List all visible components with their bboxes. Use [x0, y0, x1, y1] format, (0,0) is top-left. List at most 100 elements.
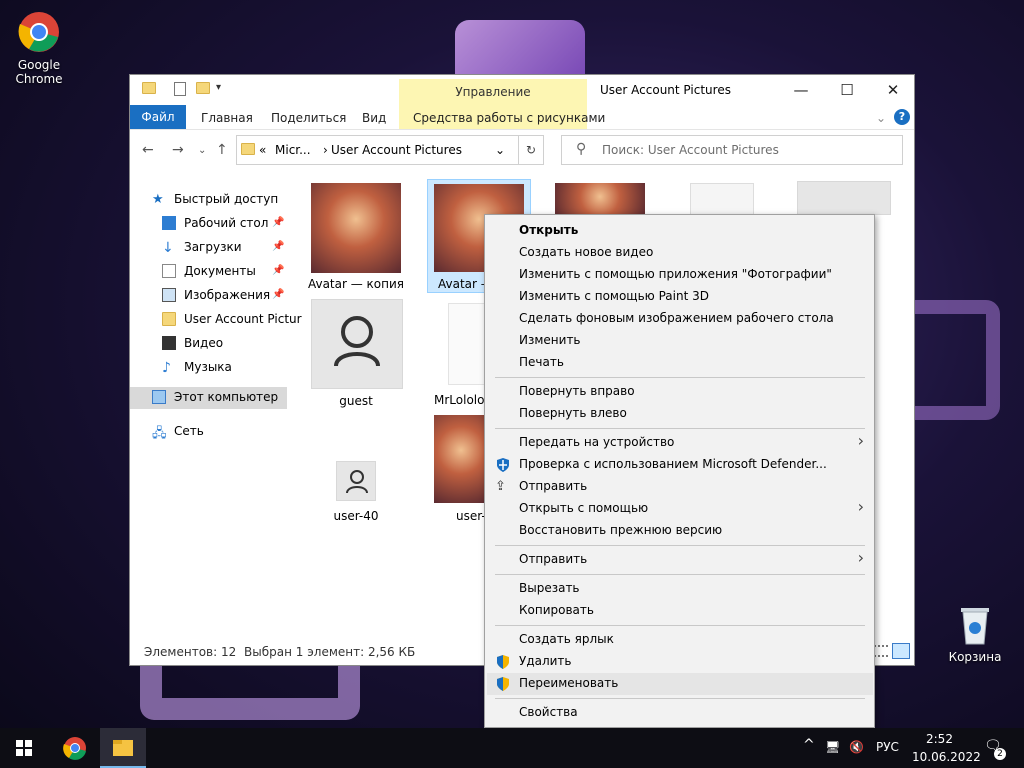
- new-folder-icon[interactable]: [196, 82, 210, 94]
- volume-muted-icon[interactable]: 🔇: [849, 740, 864, 754]
- file-tile[interactable]: user-40: [296, 461, 416, 525]
- menu-item-open[interactable]: Открыть: [519, 223, 578, 237]
- tab-share[interactable]: Поделиться: [271, 111, 346, 125]
- menu-item-cast-to-device[interactable]: Передать на устройство: [519, 435, 674, 449]
- menu-item-open-with[interactable]: Открыть с помощью: [519, 501, 648, 515]
- forward-arrow-icon[interactable]: →: [172, 142, 184, 158]
- chrome-icon: [63, 737, 86, 760]
- menu-item-create-shortcut[interactable]: Создать ярлык: [519, 632, 614, 646]
- file-tile[interactable]: Avatar — копия: [296, 181, 416, 295]
- menu-item-create-video[interactable]: Создать новое видео: [519, 245, 653, 259]
- window-title: User Account Pictures: [600, 83, 731, 97]
- pin-icon: 📌: [272, 265, 285, 276]
- refresh-button[interactable]: ↻: [518, 135, 544, 165]
- breadcrumb-current[interactable]: User Account Pictures: [331, 143, 462, 157]
- tab-view[interactable]: Вид: [362, 111, 386, 125]
- menu-item-delete[interactable]: Удалить: [519, 654, 572, 668]
- minimize-button[interactable]: —: [778, 75, 824, 105]
- tab-file[interactable]: Файл: [130, 105, 186, 129]
- details-view-icon[interactable]: [874, 645, 888, 657]
- desktop-icon-label: Chrome: [15, 72, 63, 86]
- music-icon: ♪: [162, 360, 171, 376]
- taskbar-chrome[interactable]: [52, 728, 98, 768]
- menu-item-defender-scan[interactable]: Проверка с использованием Microsoft Defe…: [519, 457, 827, 471]
- menu-item-send-to[interactable]: Отправить: [519, 552, 587, 566]
- submenu-arrow-icon: ›: [857, 431, 864, 450]
- person-icon: [334, 316, 380, 367]
- taskbar-file-explorer[interactable]: [100, 728, 146, 768]
- breadcrumb-part[interactable]: Micr...: [275, 143, 311, 157]
- file-explorer-icon: [113, 740, 133, 756]
- person-icon: [346, 470, 368, 494]
- network-icon: 🖧: [152, 426, 167, 441]
- menu-item-copy[interactable]: Копировать: [519, 603, 594, 617]
- share-icon: ⇪: [495, 479, 506, 494]
- nav-item-this-pc[interactable]: Этот компьютер: [130, 387, 287, 409]
- file-tile[interactable]: [690, 183, 760, 215]
- pin-icon: 📌: [272, 241, 285, 252]
- file-icon: [448, 303, 488, 385]
- recycle-bin-icon: [953, 602, 997, 646]
- menu-item-properties[interactable]: Свойства: [519, 705, 578, 719]
- context-menu: Открыть Создать новое видео Изменить с п…: [484, 214, 875, 728]
- menu-separator: [495, 574, 865, 575]
- desktop-icon-chrome[interactable]: Google Chrome: [4, 10, 74, 86]
- menu-item-rotate-left[interactable]: Повернуть влево: [519, 406, 627, 420]
- menu-item-rename[interactable]: Переименовать: [519, 676, 618, 690]
- file-tile[interactable]: [797, 181, 891, 215]
- menu-item-share[interactable]: Отправить: [519, 479, 587, 493]
- close-button[interactable]: ✕: [870, 75, 916, 105]
- image-thumbnail: [434, 415, 488, 503]
- network-icon[interactable]: 🖥: [825, 740, 840, 754]
- tab-home[interactable]: Главная: [201, 111, 253, 125]
- desktop-icon-label: Google: [17, 58, 61, 72]
- navigation-pane: ★ Быстрый доступ Рабочий стол 📌 ↓ Загруз…: [130, 185, 302, 635]
- properties-icon[interactable]: [174, 82, 186, 96]
- file-tile[interactable]: guest: [296, 299, 416, 411]
- help-icon[interactable]: ?: [894, 109, 910, 125]
- language-indicator[interactable]: РУС: [876, 740, 899, 754]
- file-icon: [690, 183, 754, 215]
- address-bar[interactable]: « Micr... › User Account Pictures ⌄: [236, 135, 544, 165]
- start-button[interactable]: [0, 728, 48, 768]
- up-arrow-icon[interactable]: ↑: [216, 142, 228, 158]
- menu-item-print[interactable]: Печать: [519, 355, 564, 369]
- address-dropdown-icon[interactable]: ⌄: [495, 143, 505, 157]
- menu-item-rotate-right[interactable]: Повернуть вправо: [519, 384, 635, 398]
- menu-item-restore-previous[interactable]: Восстановить прежнюю версию: [519, 523, 722, 537]
- search-input[interactable]: ⚲ Поиск: User Account Pictures: [561, 135, 903, 165]
- folder-icon: [142, 82, 156, 94]
- taskbar: ^ 🖥 🔇 РУС 2:52 10.06.2022 🗨 2: [0, 728, 1024, 768]
- menu-item-set-background[interactable]: Сделать фоновым изображением рабочего ст…: [519, 311, 834, 325]
- menu-separator: [495, 625, 865, 626]
- clock-time[interactable]: 2:52: [926, 732, 953, 746]
- menu-item-cut[interactable]: Вырезать: [519, 581, 580, 595]
- large-icons-view-icon[interactable]: [892, 643, 910, 659]
- back-arrow-icon[interactable]: ←: [142, 142, 154, 158]
- pictures-icon: [162, 288, 176, 302]
- menu-item-edit-photos[interactable]: Изменить с помощью приложения "Фотографи…: [519, 267, 832, 281]
- breadcrumb-separator: ›: [323, 143, 328, 157]
- chrome-icon: [17, 10, 61, 54]
- image-thumbnail: [555, 183, 645, 217]
- computer-icon: [152, 390, 166, 404]
- desktop-icon-label: Корзина: [948, 650, 1002, 664]
- show-hidden-icons-icon[interactable]: ^: [803, 737, 815, 753]
- user-placeholder-icon: [311, 299, 403, 389]
- tab-picture-tools[interactable]: Средства работы с рисунками: [413, 111, 605, 125]
- clock-date[interactable]: 10.06.2022: [912, 750, 981, 764]
- desktop-icon: [162, 216, 176, 230]
- file-tile[interactable]: user-: [430, 415, 490, 525]
- ribbon-expand-icon[interactable]: ⌄: [876, 111, 886, 125]
- menu-item-edit-paint3d[interactable]: Изменить с помощью Paint 3D: [519, 289, 709, 303]
- customize-quick-access-icon[interactable]: ▾: [216, 82, 221, 98]
- recent-locations-icon[interactable]: ⌄: [198, 145, 206, 156]
- windows-logo-icon: [16, 740, 32, 756]
- menu-item-edit[interactable]: Изменить: [519, 333, 581, 347]
- maximize-button[interactable]: ☐: [824, 75, 870, 105]
- manage-tab-label: Управление: [455, 85, 531, 99]
- breadcrumb-overflow[interactable]: «: [259, 143, 266, 157]
- desktop-icon-recycle-bin[interactable]: Корзина: [940, 602, 1010, 664]
- pin-icon: 📌: [272, 289, 285, 300]
- video-icon: [162, 336, 176, 350]
